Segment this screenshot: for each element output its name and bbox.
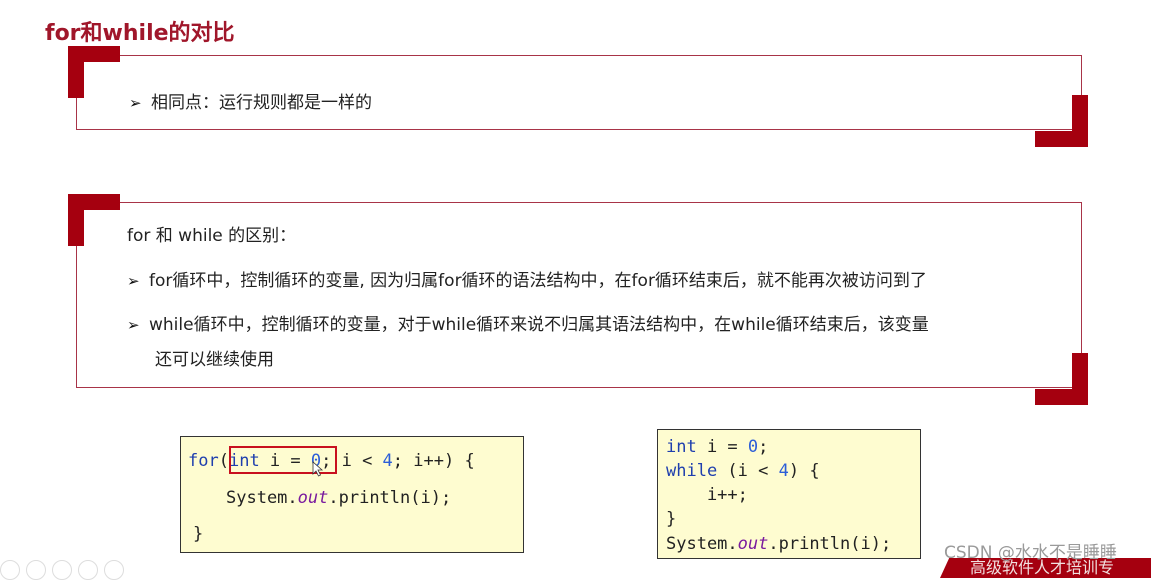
difference-heading: for 和 while 的区别： (127, 226, 297, 246)
difference-text-while: while循环中，控制循环的变量，对于while循环来说不归属其语法结构中，在w… (149, 315, 929, 335)
difference-text-for: for循环中，控制循环的变量, 因为归属for循环的语法结构中，在for循环结束… (149, 271, 927, 291)
nav-control-icon[interactable] (78, 560, 98, 580)
csdn-watermark: CSDN @水水不是睡睡 (944, 543, 1117, 563)
code-line: } (666, 509, 677, 529)
code-line: System.out.println(i); (666, 534, 892, 554)
arrow-bullet-icon: ➢ (127, 272, 140, 290)
code-line: while (i < 4) { (666, 461, 820, 481)
bracket-top-left-decoration (68, 46, 84, 98)
difference-bullet-while: ➢ while循环中，控制循环的变量，对于while循环来说不归属其语法结构中，在… (127, 310, 929, 335)
while-loop-code-block: int i = 0; while (i < 4) { i++; } System… (657, 429, 921, 559)
arrow-bullet-icon: ➢ (127, 316, 140, 334)
code-line: } (193, 524, 204, 544)
nav-control-icon[interactable] (52, 560, 72, 580)
similarity-bullet: ➢ 相同点：运行规则都是一样的 (129, 88, 372, 113)
difference-bullet-for: ➢ for循环中，控制循环的变量, 因为归属for循环的语法结构中，在for循环结… (127, 266, 927, 291)
slide-title: for和while的对比 (45, 21, 235, 46)
code-line: System.out.println(i); (226, 488, 452, 508)
difference-text-while-continued: 还可以继续使用 (155, 350, 274, 370)
bracket-top-left-decoration (68, 194, 84, 246)
difference-box: for 和 while 的区别： ➢ for循环中，控制循环的变量, 因为归属fo… (76, 202, 1082, 388)
nav-control-icon[interactable] (104, 560, 124, 580)
for-loop-code-block: for(int i = 0; i < 4; i++) { System.out.… (180, 436, 524, 553)
nav-control-icon[interactable] (0, 560, 20, 580)
code-line: i++; (666, 485, 748, 505)
bracket-bottom-right-decoration (1072, 95, 1088, 147)
slide-nav-controls (0, 560, 130, 580)
bracket-bottom-right-decoration (1072, 353, 1088, 405)
mouse-cursor-icon (312, 461, 324, 477)
arrow-bullet-icon: ➢ (129, 94, 142, 112)
nav-control-icon[interactable] (26, 560, 46, 580)
similarity-text: 相同点：运行规则都是一样的 (151, 93, 372, 113)
code-line: int i = 0; (666, 437, 769, 457)
similarity-box: ➢ 相同点：运行规则都是一样的 (76, 55, 1082, 130)
